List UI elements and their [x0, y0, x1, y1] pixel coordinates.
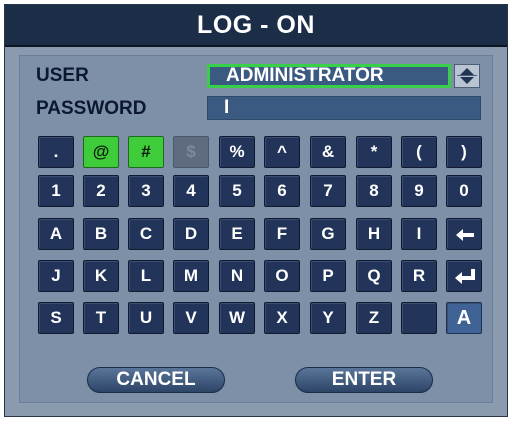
enter-button[interactable]: ENTER: [295, 367, 433, 393]
key-row5-4[interactable]: W: [219, 302, 255, 334]
key-row4-3[interactable]: M: [173, 260, 209, 292]
key-row1-1[interactable]: @: [83, 136, 119, 168]
key-row5-1[interactable]: T: [83, 302, 119, 334]
spinner-up-icon[interactable]: [460, 68, 474, 75]
cancel-button[interactable]: CANCEL: [87, 367, 225, 393]
key-row1-0[interactable]: .: [38, 136, 74, 168]
user-select[interactable]: ADMINISTRATOR: [207, 64, 451, 88]
key-row2-1[interactable]: 2: [83, 175, 119, 207]
enter-return-icon: [455, 269, 475, 284]
backspace-arrow-icon: [456, 229, 474, 241]
key-row3-4[interactable]: E: [219, 218, 255, 250]
key-row2-5[interactable]: 6: [264, 175, 300, 207]
key-row2-6[interactable]: 7: [310, 175, 346, 207]
key-row1-4[interactable]: %: [219, 136, 255, 168]
key-row1-8[interactable]: (: [401, 136, 437, 168]
key-row3-0[interactable]: A: [38, 218, 74, 250]
key-row5-3[interactable]: V: [173, 302, 209, 334]
key-row4-1[interactable]: K: [83, 260, 119, 292]
key-row1-9[interactable]: ): [446, 136, 482, 168]
spinner-divider: [457, 75, 477, 76]
key-row4-0[interactable]: J: [38, 260, 74, 292]
key-row5-6[interactable]: Y: [310, 302, 346, 334]
user-spinner[interactable]: [454, 64, 480, 88]
key-row3-3[interactable]: D: [173, 218, 209, 250]
key-row1-5[interactable]: ^: [264, 136, 300, 168]
key-row2-7[interactable]: 8: [356, 175, 392, 207]
dialog-title: LOG - ON: [5, 5, 507, 47]
key-row2-8[interactable]: 9: [401, 175, 437, 207]
case-toggle-key[interactable]: A: [446, 302, 482, 334]
key-row1-6[interactable]: &: [310, 136, 346, 168]
key-row1-2[interactable]: #: [128, 136, 164, 168]
key-row2-3[interactable]: 4: [173, 175, 209, 207]
key-row5-0[interactable]: S: [38, 302, 74, 334]
password-label: PASSWORD: [36, 98, 147, 119]
spinner-down-icon[interactable]: [460, 77, 474, 84]
key-row2-0[interactable]: 1: [38, 175, 74, 207]
key-row3-5[interactable]: F: [264, 218, 300, 250]
key-row3-7[interactable]: H: [356, 218, 392, 250]
key-row4-2[interactable]: L: [128, 260, 164, 292]
key-row2-4[interactable]: 5: [219, 175, 255, 207]
key-row4-5[interactable]: O: [264, 260, 300, 292]
key-row2-2[interactable]: 3: [128, 175, 164, 207]
key-row4-7[interactable]: Q: [356, 260, 392, 292]
key-row5-2[interactable]: U: [128, 302, 164, 334]
user-label: USER: [36, 65, 89, 86]
password-field[interactable]: I: [207, 96, 481, 120]
blank-key: [401, 302, 437, 334]
key-row4-6[interactable]: P: [310, 260, 346, 292]
key-row5-5[interactable]: X: [264, 302, 300, 334]
key-row4-4[interactable]: N: [219, 260, 255, 292]
key-row1-3[interactable]: $: [173, 136, 209, 168]
key-row3-8[interactable]: I: [401, 218, 437, 250]
key-row4-8[interactable]: R: [401, 260, 437, 292]
key-row3-1[interactable]: B: [83, 218, 119, 250]
enter-key[interactable]: [446, 260, 482, 292]
key-row3-2[interactable]: C: [128, 218, 164, 250]
key-row3-6[interactable]: G: [310, 218, 346, 250]
key-row2-9[interactable]: 0: [446, 175, 482, 207]
key-row5-7[interactable]: Z: [356, 302, 392, 334]
backspace-key[interactable]: [446, 218, 482, 250]
key-row1-7[interactable]: *: [356, 136, 392, 168]
